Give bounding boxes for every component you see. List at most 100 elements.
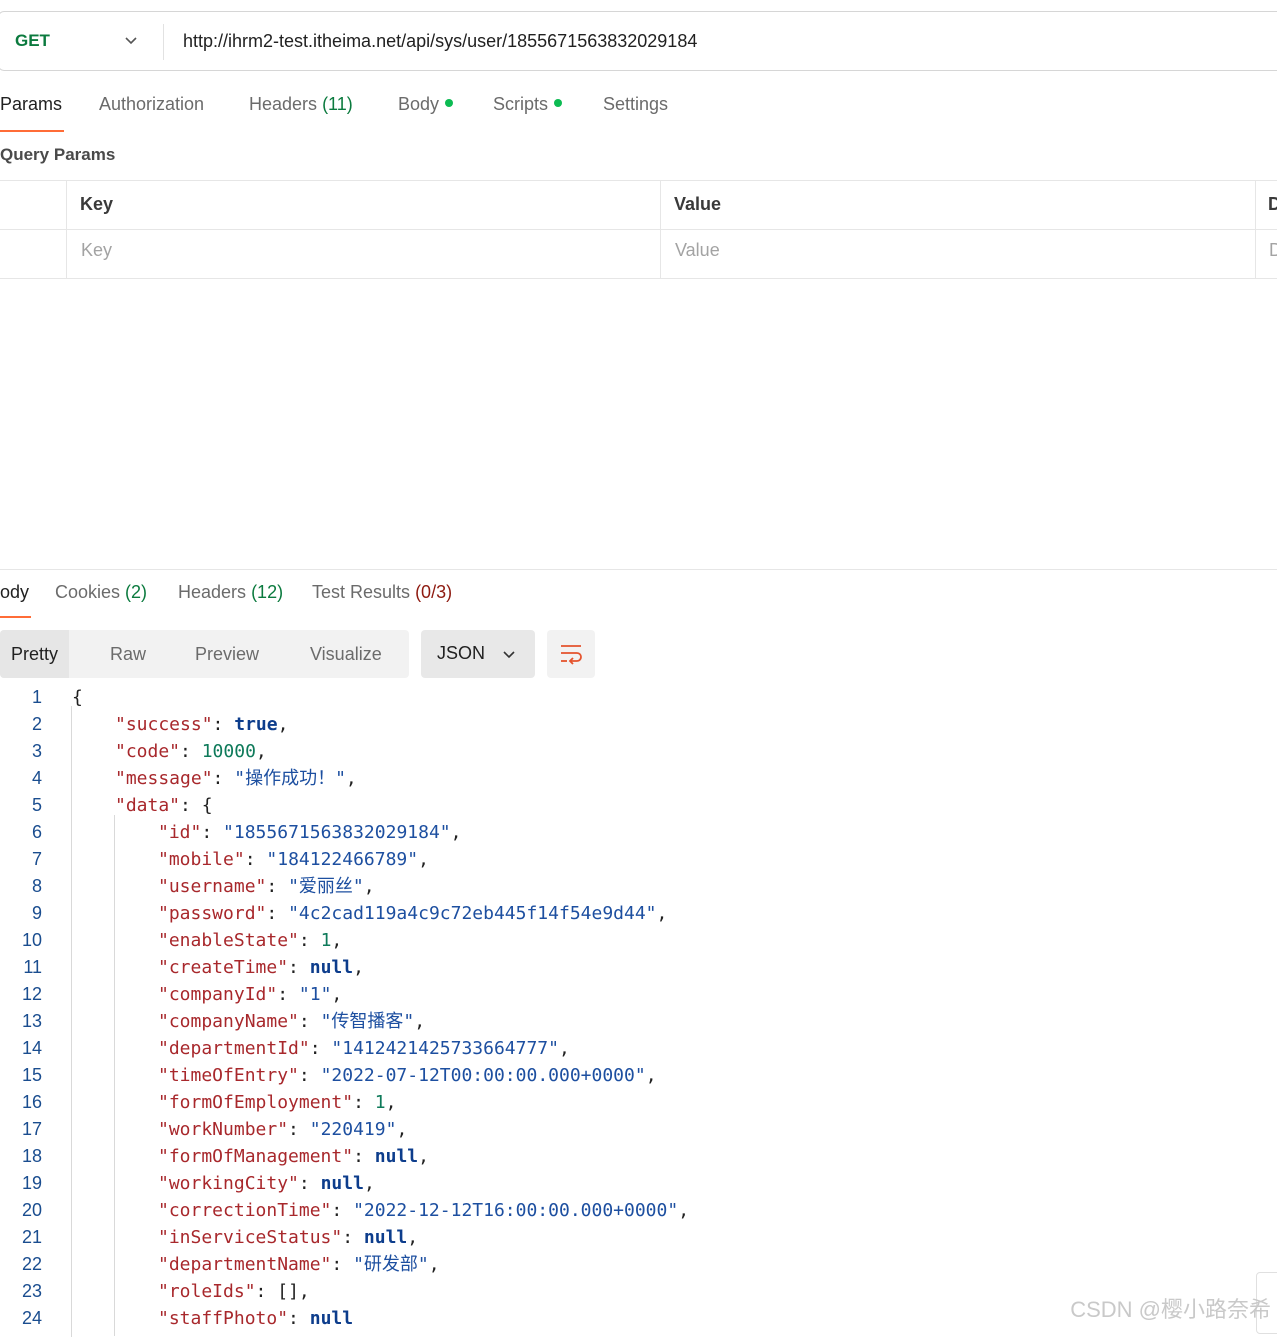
line-number: 18 xyxy=(21,1146,42,1166)
code-text: "data": { xyxy=(115,792,213,819)
code-line: 10 "enableState": 1, xyxy=(0,927,1277,954)
json-key: "mobile" xyxy=(158,849,245,870)
json-key: "success" xyxy=(115,714,213,735)
url-input[interactable]: http://ihrm2-test.itheima.net/api/sys/us… xyxy=(183,31,697,52)
indent-guide xyxy=(71,706,72,1337)
tab-cookies[interactable]: Cookies (2) xyxy=(55,582,147,603)
tab-test-results[interactable]: Test Results (0/3) xyxy=(312,582,452,603)
test-results-count: (0/3) xyxy=(415,582,453,602)
method-select[interactable]: GET xyxy=(15,31,50,51)
wrap-lines-button[interactable] xyxy=(547,630,595,678)
code-text: "message": "操作成功！", xyxy=(115,765,357,792)
body-status-dot-icon xyxy=(445,99,454,108)
tab-body[interactable]: Body xyxy=(398,94,454,115)
json-punctuation: , xyxy=(407,1227,419,1248)
view-visualize-button[interactable]: Visualize xyxy=(310,630,382,678)
tab-params[interactable]: Params xyxy=(0,94,62,115)
json-colon: : xyxy=(212,714,235,735)
line-number: 10 xyxy=(21,930,42,950)
json-punctuation: , xyxy=(428,1254,440,1275)
tab-response-headers-label: Headers xyxy=(178,582,247,602)
json-colon: : xyxy=(266,876,289,897)
line-number: 5 xyxy=(31,795,42,815)
json-punctuation: , xyxy=(414,1011,426,1032)
tab-response-headers[interactable]: Headers (12) xyxy=(178,582,283,603)
json-colon: : xyxy=(298,930,321,951)
active-tab-underline xyxy=(0,130,64,132)
view-preview-button[interactable]: Preview xyxy=(195,630,259,678)
json-colon: : xyxy=(255,1281,278,1302)
json-colon: : xyxy=(244,849,267,870)
json-colon: : xyxy=(288,957,310,978)
code-line: 20 "correctionTime": "2022-12-12T16:00:00… xyxy=(0,1197,1277,1224)
table-border xyxy=(0,278,1277,279)
description-input[interactable]: D xyxy=(1269,240,1277,261)
json-value: "1412421425733664777" xyxy=(331,1038,559,1059)
code-text: "departmentName": "研发部", xyxy=(158,1251,440,1278)
key-input[interactable]: Key xyxy=(81,240,112,261)
json-value: { xyxy=(201,795,213,816)
code-text: "code": 10000, xyxy=(115,738,267,765)
json-punctuation: , xyxy=(450,822,462,843)
view-raw-button[interactable]: Raw xyxy=(110,630,146,678)
code-text: "success": true, xyxy=(115,711,288,738)
tab-scripts[interactable]: Scripts xyxy=(493,94,563,115)
format-label: JSON xyxy=(437,643,486,663)
json-key: "roleIds" xyxy=(158,1281,256,1302)
tab-body-label: Body xyxy=(398,94,440,114)
tab-headers[interactable]: Headers (11) xyxy=(249,94,353,115)
code-text: "roleIds": [], xyxy=(158,1278,310,1305)
json-key: "departmentName" xyxy=(158,1254,332,1275)
json-colon: : xyxy=(298,1065,321,1086)
code-line: 15 "timeOfEntry": "2022-07-12T00:00:00.00… xyxy=(0,1062,1277,1089)
json-punctuation: , xyxy=(353,957,364,978)
format-select[interactable]: JSON xyxy=(421,630,535,678)
code-text: "mobile": "184122466789", xyxy=(158,846,429,873)
json-key: "id" xyxy=(158,822,202,843)
json-value: [] xyxy=(277,1281,299,1302)
table-border xyxy=(1255,180,1256,279)
json-value: "4c2cad119a4c9c72eb445f14f54e9d44" xyxy=(288,903,657,924)
line-number: 7 xyxy=(31,849,42,869)
json-punctuation: , xyxy=(558,1038,570,1059)
code-text: "formOfManagement": null, xyxy=(158,1143,429,1170)
scripts-status-dot-icon xyxy=(554,99,563,108)
chevron-down-icon[interactable] xyxy=(123,32,139,48)
code-text: "correctionTime": "2022-12-12T16:00:00.0… xyxy=(158,1197,689,1224)
code-line: 13 "companyName": "传智播客", xyxy=(0,1008,1277,1035)
indent-guide xyxy=(114,815,115,1336)
tab-scripts-label: Scripts xyxy=(493,94,549,114)
json-colon: : xyxy=(201,822,224,843)
json-colon: : xyxy=(288,1308,310,1329)
tab-response-body[interactable]: ody xyxy=(0,582,29,603)
tab-headers-label: Headers xyxy=(249,94,318,114)
json-key: "enableState" xyxy=(158,930,299,951)
json-colon: : xyxy=(353,1092,375,1113)
json-punctuation: , xyxy=(418,1146,429,1167)
line-number: 8 xyxy=(31,876,42,896)
json-colon: : xyxy=(180,741,202,762)
json-value: true xyxy=(234,714,278,735)
json-value: null xyxy=(363,1227,408,1248)
code-line: 8 "username": "爱丽丝", xyxy=(0,873,1277,900)
wrap-lines-icon xyxy=(561,645,582,665)
line-number: 21 xyxy=(21,1227,42,1247)
line-number: 4 xyxy=(31,768,42,788)
value-input[interactable]: Value xyxy=(675,240,720,261)
json-colon: : xyxy=(277,984,299,1005)
response-headers-count: (12) xyxy=(251,582,284,602)
json-key: "companyId" xyxy=(158,984,278,1005)
view-pretty-button[interactable]: Pretty xyxy=(0,630,70,678)
json-colon: : xyxy=(298,1011,321,1032)
line-number: 20 xyxy=(21,1200,42,1220)
tab-authorization[interactable]: Authorization xyxy=(99,94,204,115)
code-line: 11 "createTime": null, xyxy=(0,954,1277,981)
line-number: 24 xyxy=(21,1308,42,1328)
code-line: 18 "formOfManagement": null, xyxy=(0,1143,1277,1170)
active-response-tab-underline xyxy=(0,616,31,618)
line-number: 12 xyxy=(21,984,42,1004)
tab-settings[interactable]: Settings xyxy=(603,94,668,115)
json-value: "1855671563832029184" xyxy=(223,822,451,843)
code-text: "departmentId": "1412421425733664777", xyxy=(158,1035,570,1062)
column-header-value: Value xyxy=(674,194,722,214)
